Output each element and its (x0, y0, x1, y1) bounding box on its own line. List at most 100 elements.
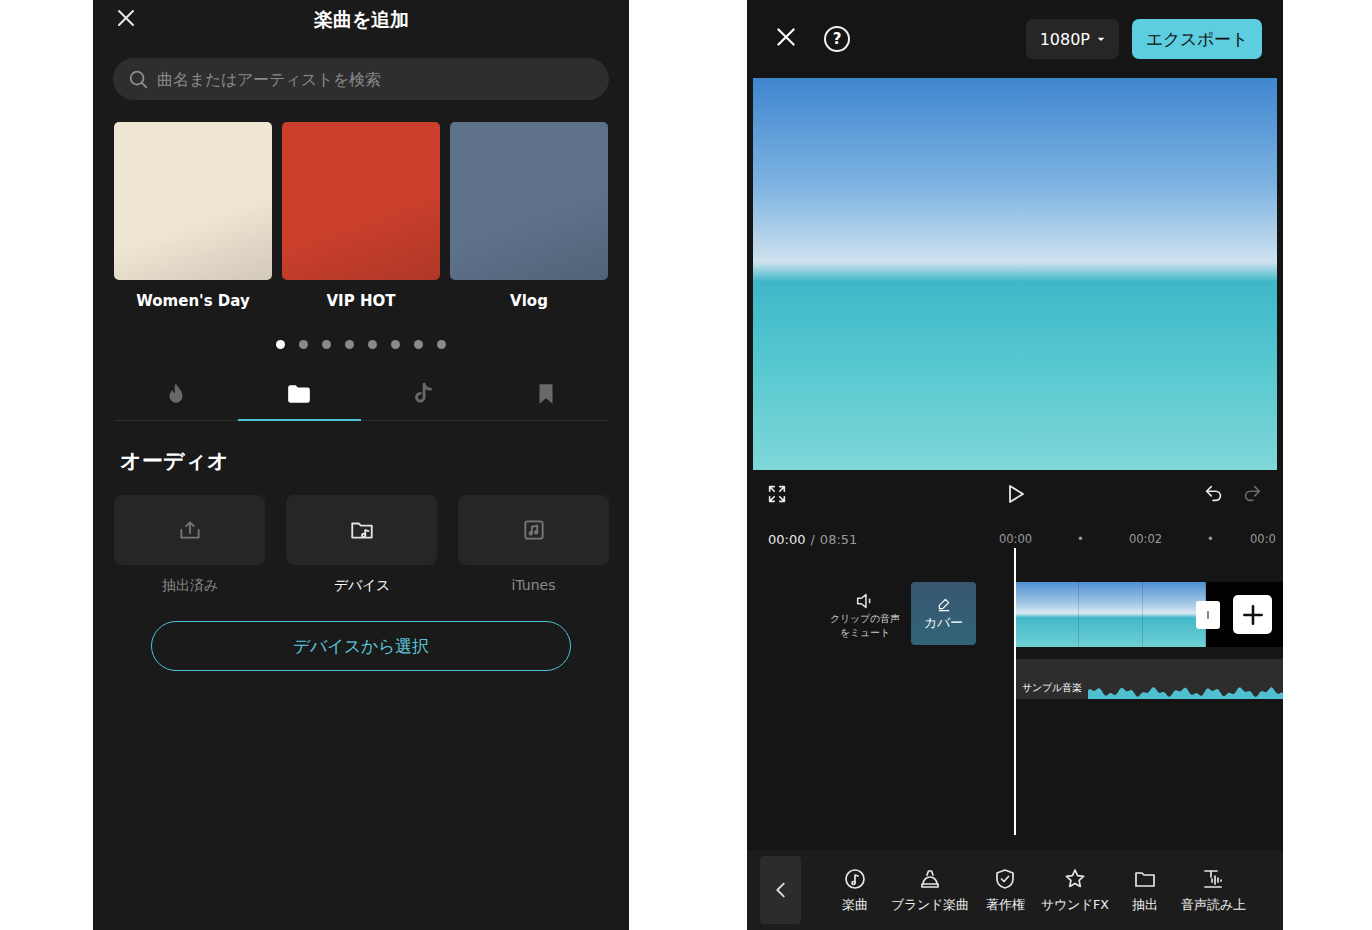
playlist-cover (114, 122, 272, 280)
clip-frame (1079, 582, 1142, 647)
pencil-icon (936, 596, 952, 612)
undo-icon (1203, 483, 1225, 505)
search-icon (127, 68, 149, 90)
playlist-card[interactable]: Vlog (450, 122, 608, 310)
source-tab[interactable] (114, 369, 238, 421)
audio-source-box (286, 495, 437, 565)
shield-check-icon (993, 867, 1017, 891)
cover-button[interactable]: カバー (911, 582, 976, 645)
toolbar-label: 抽出 (1132, 897, 1158, 914)
playlist-card[interactable]: Women's Day (114, 122, 272, 310)
music-folder-icon (349, 517, 375, 543)
caret-down-icon (1093, 31, 1109, 47)
editor-screen: ?1080Pエクスポート00:00/08:5100:00•00:02•00:0ク… (747, 0, 1283, 930)
clip-frame (1016, 582, 1079, 647)
playlist-label: VIP HOT (327, 292, 396, 310)
toolbar-item[interactable]: 著作権 (985, 867, 1025, 914)
mute-label: クリップの音声 (830, 612, 900, 626)
close-icon (773, 24, 799, 50)
ruler-tick: 00:02 (1113, 532, 1178, 546)
playlist-label: Vlog (510, 292, 548, 310)
add-music-screen: 楽曲を追加 Women's Day VIP HOT Vlog オーディオ抽出済みデバイス… (93, 0, 629, 930)
toolbar-label: ブランド楽曲 (891, 897, 969, 914)
music-file-icon (521, 517, 547, 543)
audio-toolbar: 楽曲ブランド楽曲著作権サウンドFX 抽出 音声読み上 (747, 850, 1283, 930)
close-button[interactable] (773, 24, 799, 54)
folder-icon (286, 381, 312, 407)
audio-sources: 抽出済みデバイス iTunes (93, 495, 629, 595)
play-button[interactable] (1003, 482, 1027, 510)
audio-source[interactable]: iTunes (458, 495, 609, 595)
close-button[interactable] (114, 6, 138, 34)
help-button[interactable]: ? (824, 26, 850, 52)
toolbar-item[interactable]: 楽曲 (835, 867, 875, 914)
audio-source[interactable]: 抽出済み (114, 495, 265, 595)
header: 楽曲を追加 (93, 0, 629, 40)
video-clip[interactable] (1016, 582, 1206, 647)
source-tab[interactable] (361, 369, 485, 421)
ruler-tick: • (1048, 532, 1113, 546)
select-from-device-button[interactable]: デバイスから選択 (151, 621, 571, 671)
fullscreen-icon (766, 483, 788, 505)
back-button[interactable] (760, 856, 801, 924)
trim-bar-icon (1201, 608, 1215, 622)
playhead[interactable] (1014, 548, 1016, 835)
toolbar-item[interactable]: 抽出 (1125, 867, 1165, 914)
close-icon (114, 6, 138, 30)
pager-dot[interactable] (276, 340, 285, 349)
section-title: オーディオ (120, 447, 629, 475)
timeline[interactable]: 00:00/08:5100:00•00:02•00:0クリップの音声をミュートカ… (747, 522, 1283, 850)
source-tab[interactable] (238, 369, 362, 421)
audio-source-label: デバイス (334, 577, 390, 595)
search-input[interactable] (157, 70, 595, 89)
trim-handle[interactable] (1196, 601, 1220, 629)
video-preview (753, 78, 1277, 470)
audio-source[interactable]: デバイス (286, 495, 437, 595)
screens: 楽曲を追加 Women's Day VIP HOT Vlog オーディオ抽出済みデバイス… (0, 0, 1372, 930)
resolution-value: 1080P (1040, 30, 1090, 49)
brand-music-icon (918, 867, 942, 891)
source-tab[interactable] (485, 369, 609, 421)
time-separator: / (810, 532, 814, 547)
audio-track[interactable]: サンプル音楽 (1016, 659, 1283, 699)
resolution-dropdown[interactable]: 1080P (1026, 19, 1119, 59)
toolbar-label: 音声読み上 (1181, 897, 1246, 914)
ruler-tick: 00:00 (983, 532, 1048, 546)
text-to-speech-icon (1201, 867, 1225, 891)
folder-icon (1133, 867, 1157, 891)
toolbar-item[interactable]: サウンドFX (1041, 867, 1109, 914)
pager-dot[interactable] (299, 340, 308, 349)
pager-dot[interactable] (391, 340, 400, 349)
toolbar-item[interactable]: ブランド楽曲 (891, 867, 969, 914)
search-bar[interactable] (113, 58, 609, 100)
mute-clip-audio-button[interactable]: クリップの音声をミュート (820, 582, 910, 647)
pager-dot[interactable] (414, 340, 423, 349)
playlist-cover (450, 122, 608, 280)
export-button[interactable]: エクスポート (1132, 19, 1262, 59)
fullscreen-button[interactable] (766, 483, 788, 509)
bookmark-icon (533, 381, 559, 407)
playlist-cover (282, 122, 440, 280)
waveform (1088, 683, 1283, 699)
carousel-pager (93, 340, 629, 349)
toolbar-item[interactable]: 音声読み上 (1181, 867, 1246, 914)
redo-button[interactable] (1241, 483, 1263, 509)
pager-dot[interactable] (368, 340, 377, 349)
redo-icon (1241, 483, 1263, 505)
pager-dot[interactable] (345, 340, 354, 349)
history-controls (1203, 483, 1263, 509)
undo-button[interactable] (1203, 483, 1225, 509)
add-clip-button[interactable] (1233, 595, 1272, 634)
toolbar-label: 著作権 (986, 897, 1025, 914)
toolbar-label: サウンドFX (1041, 897, 1109, 914)
tiktok-icon (410, 381, 436, 407)
playlist-label: Women's Day (136, 292, 249, 310)
screen-title: 楽曲を追加 (159, 7, 563, 33)
pager-dot[interactable] (437, 340, 446, 349)
cover-label: カバー (924, 614, 963, 632)
ruler-tick: • (1178, 532, 1243, 546)
chevron-left-icon (770, 879, 792, 901)
pager-dot[interactable] (322, 340, 331, 349)
playlist-card[interactable]: VIP HOT (282, 122, 440, 310)
playlist-carousel: Women's Day VIP HOT Vlog (93, 122, 629, 310)
